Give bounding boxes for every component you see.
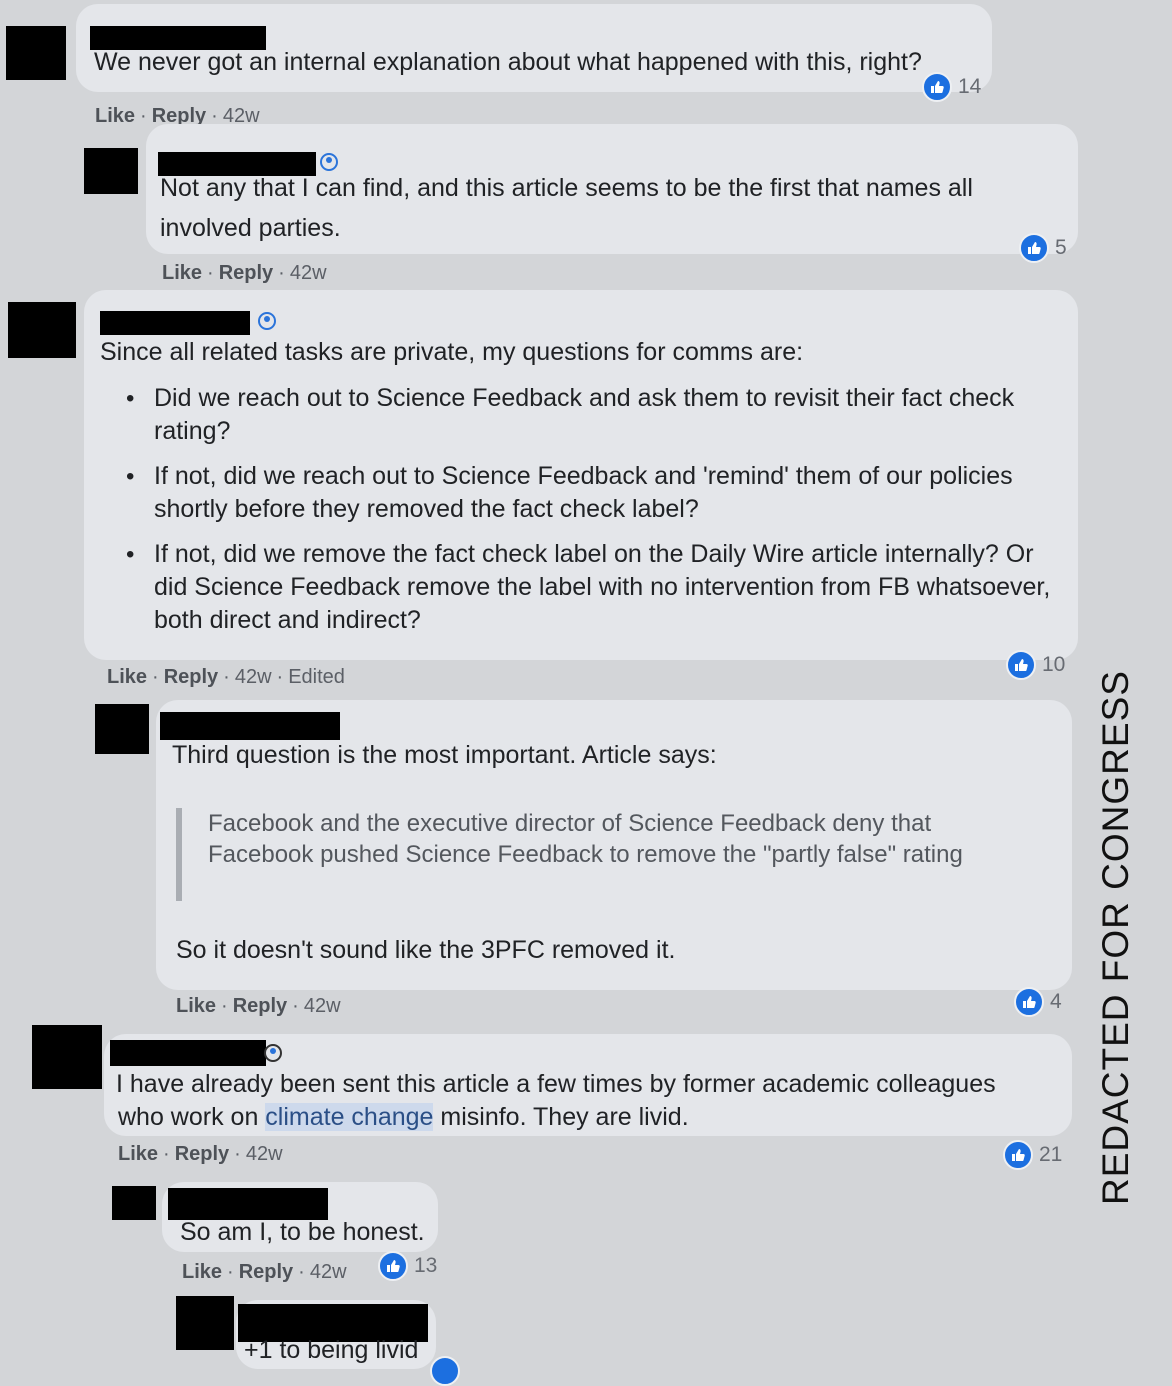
avatar[interactable]: [84, 148, 138, 194]
author-name-redacted[interactable]: [100, 311, 250, 335]
avatar[interactable]: [112, 1186, 156, 1220]
comment-actions: Like · Reply · 42w: [182, 1261, 347, 1283]
like-button[interactable]: Like: [118, 1143, 158, 1165]
comment-text-line-2: who work on climate change misinfo. They…: [118, 1103, 689, 1131]
comment-text: So am I, to be honest.: [180, 1218, 425, 1246]
reaction-count[interactable]: 13: [378, 1251, 437, 1281]
reaction-number: 14: [958, 75, 982, 98]
comment-text: We never got an internal explanation abo…: [94, 48, 922, 76]
reaction-count[interactable]: 4: [1014, 987, 1062, 1017]
author-name-redacted[interactable]: [110, 1040, 266, 1066]
comment-text-line: involved parties.: [160, 214, 341, 242]
like-button[interactable]: Like: [176, 995, 216, 1017]
verified-badge-icon: [264, 1044, 282, 1062]
timestamp[interactable]: 42w: [235, 666, 272, 688]
reaction-count[interactable]: 21: [1003, 1140, 1062, 1170]
reaction-number: 13: [414, 1254, 438, 1277]
avatar[interactable]: [32, 1025, 102, 1089]
reaction-number: 10: [1042, 653, 1066, 676]
comment-actions: Like · Reply · 42w · Edited: [107, 666, 345, 688]
avatar[interactable]: [6, 26, 66, 80]
thumbs-up-icon: [1019, 233, 1049, 263]
thumbs-up-icon: [1003, 1140, 1033, 1170]
avatar[interactable]: [95, 704, 149, 754]
like-button[interactable]: Like: [107, 666, 147, 688]
like-button[interactable]: Like: [182, 1261, 222, 1283]
comment-text: Third question is the most important. Ar…: [172, 741, 717, 769]
reaction-count[interactable]: 14: [922, 72, 981, 102]
timestamp[interactable]: 42w: [310, 1261, 347, 1283]
reply-button[interactable]: Reply: [233, 995, 287, 1017]
reaction-number: 4: [1050, 990, 1062, 1013]
reply-button[interactable]: Reply: [239, 1261, 293, 1283]
thumbs-up-icon: [1014, 987, 1044, 1017]
list-item: If not, did we remove the fact check lab…: [122, 538, 1054, 637]
reaction-count[interactable]: 10: [1006, 650, 1065, 680]
comment-text-line: Not any that I can find, and this articl…: [160, 174, 973, 202]
climate-change-link[interactable]: climate change: [265, 1103, 434, 1131]
author-name-redacted[interactable]: [160, 712, 340, 740]
comment-followup: So it doesn't sound like the 3PFC remove…: [176, 936, 676, 964]
thumbs-up-icon: [378, 1251, 408, 1281]
redaction-watermark: REDACTED FOR CONGRESS: [1095, 670, 1136, 1205]
avatar[interactable]: [8, 302, 76, 358]
reaction-number: 5: [1055, 236, 1067, 259]
comment-actions: Like · Reply · 42w: [118, 1143, 283, 1165]
timestamp[interactable]: 42w: [246, 1143, 283, 1165]
comment-text: +1 to being livid: [244, 1336, 419, 1364]
thumbs-up-icon: [1006, 650, 1036, 680]
list-item: If not, did we reach out to Science Feed…: [122, 460, 1054, 526]
thumbs-up-icon[interactable]: [430, 1356, 460, 1386]
comment-intro: Since all related tasks are private, my …: [100, 338, 804, 366]
reply-button[interactable]: Reply: [175, 1143, 229, 1165]
comment-actions: Like · Reply · 42w: [162, 262, 327, 284]
reaction-count[interactable]: 5: [1019, 233, 1067, 263]
thumbs-up-icon: [922, 72, 952, 102]
timestamp[interactable]: 42w: [290, 262, 327, 284]
like-button[interactable]: Like: [95, 105, 135, 127]
question-list: Did we reach out to Science Feedback and…: [122, 382, 1054, 649]
comment-text-line: I have already been sent this article a …: [116, 1070, 996, 1098]
comment-actions: Like · Reply · 42w: [176, 995, 341, 1017]
reply-button[interactable]: Reply: [219, 262, 273, 284]
like-button[interactable]: Like: [162, 262, 202, 284]
verified-person-icon: [258, 312, 276, 330]
reaction-number: 21: [1039, 1143, 1063, 1166]
timestamp[interactable]: 42w: [304, 995, 341, 1017]
list-item: Did we reach out to Science Feedback and…: [122, 382, 1054, 448]
verified-person-icon: [320, 153, 338, 171]
avatar[interactable]: [176, 1296, 234, 1350]
article-quote: Facebook and the executive director of S…: [176, 808, 1038, 901]
edited-label[interactable]: Edited: [288, 666, 345, 688]
reply-button[interactable]: Reply: [164, 666, 218, 688]
